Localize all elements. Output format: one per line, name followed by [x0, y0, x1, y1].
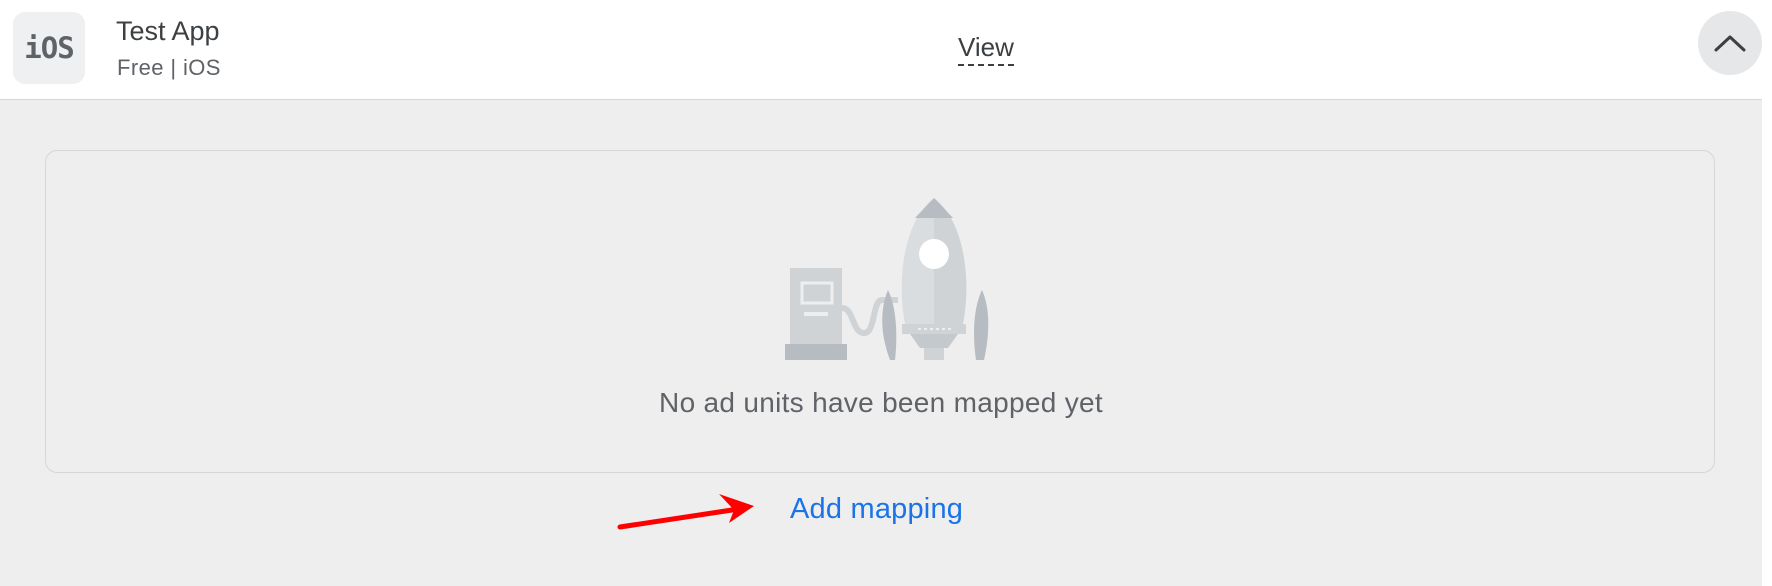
add-mapping-link[interactable]: Add mapping: [790, 490, 963, 528]
collapse-button[interactable]: [1698, 11, 1762, 75]
chevron-up-icon: [1714, 35, 1746, 52]
app-icon-label: iOS: [24, 31, 74, 65]
red-arrow-annotation: [617, 494, 754, 530]
app-icon: iOS: [13, 12, 85, 84]
app-meta: Free | iOS: [117, 55, 221, 80]
app-row-header[interactable]: iOS Test App Free | iOS View: [0, 0, 1762, 100]
content-area: No ad units have been mapped yet Add map…: [0, 100, 1762, 586]
app-name: Test App: [116, 16, 220, 46]
empty-state-message: No ad units have been mapped yet: [659, 387, 1103, 418]
window-edge: [1762, 0, 1772, 586]
empty-state-card: No ad units have been mapped yet: [45, 150, 1715, 473]
view-link[interactable]: View: [958, 30, 1014, 66]
rocket-fuel-station-illustration: [785, 198, 989, 360]
